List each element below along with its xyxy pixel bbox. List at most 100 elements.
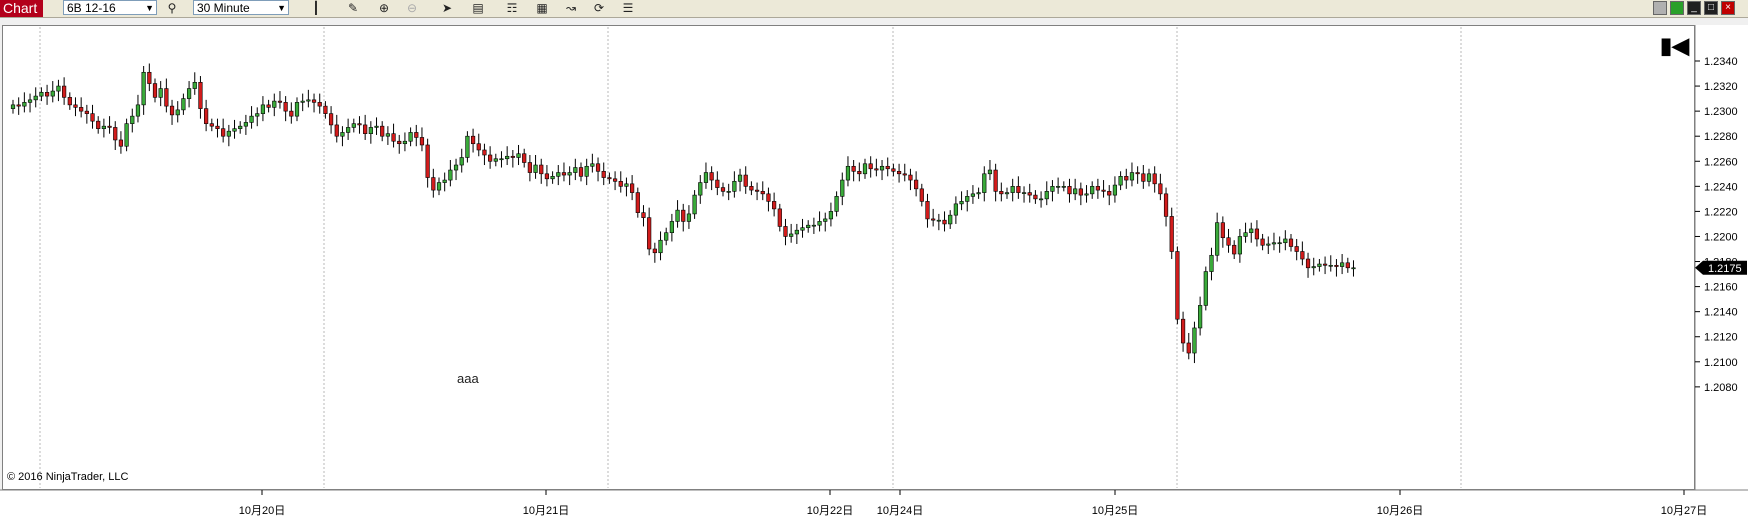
candle: [1198, 305, 1203, 329]
candle: [806, 224, 811, 228]
candle: [737, 174, 743, 182]
candle: [590, 163, 595, 167]
candle: [1340, 262, 1345, 267]
candle: [772, 201, 777, 210]
candle: [976, 192, 981, 195]
candle: [965, 196, 970, 202]
candle: [624, 183, 629, 187]
candle: [1027, 192, 1032, 196]
candle: [277, 100, 283, 103]
candle: [90, 113, 95, 122]
y-tick-label: 1.2160: [1704, 282, 1738, 294]
candle: [283, 102, 288, 112]
candle: [1192, 327, 1197, 354]
candle: [1073, 188, 1078, 195]
candle: [1163, 193, 1169, 217]
candle: [232, 128, 237, 132]
candle: [204, 108, 209, 124]
candle: [720, 187, 726, 192]
candle: [118, 139, 124, 147]
candle: [493, 158, 498, 162]
candle: [334, 124, 339, 137]
y-tick-label: 1.2140: [1704, 307, 1738, 319]
candle: [16, 104, 21, 107]
candle: [794, 229, 799, 235]
candle: [879, 165, 885, 171]
candle: [181, 98, 186, 111]
candle: [101, 125, 106, 129]
candle: [79, 107, 84, 112]
candle: [1050, 186, 1055, 192]
candle: [908, 174, 913, 181]
candle: [482, 149, 487, 156]
candle: [896, 170, 902, 175]
candle: [754, 189, 760, 192]
candle: [294, 102, 300, 117]
candle: [874, 168, 879, 171]
candle: [675, 209, 680, 222]
candle: [175, 109, 180, 116]
candle: [544, 173, 550, 180]
candle: [67, 97, 72, 106]
candle: [851, 165, 856, 172]
candle: [198, 82, 203, 109]
y-tick-label: 1.2260: [1704, 156, 1738, 168]
candle: [1322, 263, 1328, 266]
candle: [726, 191, 731, 193]
candle: [931, 218, 936, 221]
y-tick-label: 1.2320: [1704, 81, 1738, 93]
candle: [221, 128, 226, 137]
candle: [902, 173, 907, 176]
candle: [987, 169, 993, 175]
candle: [1107, 191, 1112, 196]
candle: [630, 183, 635, 193]
candle: [10, 104, 16, 109]
candle: [777, 208, 782, 227]
candle: [891, 168, 896, 172]
candle: [215, 125, 220, 129]
candle: [73, 104, 78, 108]
candle: [380, 125, 385, 137]
candle: [459, 157, 464, 166]
candle: [351, 123, 356, 128]
candle: [857, 170, 862, 175]
candle: [1271, 242, 1277, 245]
candle: [612, 178, 618, 182]
candle: [1004, 192, 1010, 195]
y-tick-label: 1.2100: [1704, 357, 1738, 369]
candle: [124, 123, 129, 147]
candle: [999, 191, 1004, 195]
candle: [1328, 264, 1333, 267]
candle: [1277, 242, 1282, 245]
candle: [1215, 222, 1220, 256]
candle: [465, 135, 470, 158]
y-tick-label: 1.2220: [1704, 206, 1738, 218]
candle: [1220, 222, 1225, 239]
candle: [1033, 194, 1038, 200]
candle: [885, 165, 890, 170]
candle: [919, 188, 924, 202]
candle: [363, 124, 368, 134]
candle: [135, 104, 141, 117]
candle: [488, 154, 493, 162]
candle: [868, 163, 873, 170]
candle: [1317, 263, 1322, 267]
candle: [147, 71, 152, 84]
candle: [550, 176, 555, 180]
candle: [152, 83, 158, 98]
scroll-to-end-icon[interactable]: ▮◀: [1660, 35, 1689, 57]
chart-text-annotation[interactable]: aaa: [457, 371, 479, 386]
candle: [828, 211, 834, 220]
candle: [641, 212, 646, 218]
candle: [1260, 238, 1265, 246]
candle: [1038, 198, 1044, 201]
candle: [1232, 244, 1237, 255]
candle: [959, 201, 964, 205]
candle: [130, 115, 135, 124]
candle: [357, 123, 362, 126]
candle: [1186, 342, 1191, 354]
y-tick-label: 1.2300: [1704, 106, 1738, 118]
candle: [107, 125, 112, 128]
candle: [1090, 186, 1095, 195]
candle: [516, 153, 521, 158]
